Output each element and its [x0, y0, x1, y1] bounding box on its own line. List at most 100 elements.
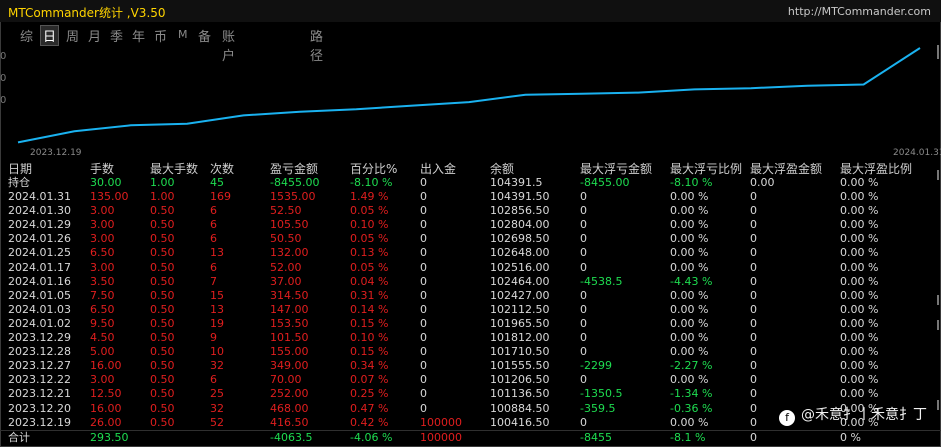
cell-table-row-col8: 0	[580, 232, 587, 246]
balance-curve-svg	[17, 47, 921, 144]
cell-position-row-col5: -8.10 %	[350, 176, 393, 189]
position-row: 持仓 30.00 1.00 45 -8455.00 -8.10 % 0 104391.5 -84…	[0, 176, 941, 190]
balance-line	[17, 47, 921, 144]
cell-table-row-col1: 135.00	[90, 190, 129, 203]
tab-currency[interactable]: 币	[152, 26, 169, 45]
header-row: 日期 手数 最大手数 次数 盈亏金额 百分比% 出入金 余额 最大浮亏金额 最大浮亏比例 最大浮盈金…	[0, 162, 941, 176]
cell-table-row-col6: 0	[420, 331, 427, 344]
cell-table-row-col8: -2299	[580, 359, 612, 373]
cell-table-row-col11: 0.00 %	[840, 204, 879, 218]
table-row: 2024.01.05 7.50 0.50 15 314.50 0.31 % 0 102427.…	[0, 289, 941, 303]
cell-table-row-col3: 32	[210, 401, 224, 415]
cell-table-row-col6: 0	[420, 401, 427, 415]
cell-total-row-col1: 293.50	[90, 430, 129, 444]
cell-table-row-col5: 0.05 %	[350, 204, 389, 218]
left-edge-glyph: 0	[0, 51, 7, 62]
cell-table-row-col6: 0	[420, 345, 427, 359]
chart-start-date: 2023.12.19	[30, 148, 82, 158]
cell-table-row-col5: 0.07 %	[350, 373, 389, 387]
cell-table-row-col8: 0	[580, 288, 587, 302]
cell-table-row-col11: 0.00 %	[840, 387, 879, 401]
tab-notes[interactable]: 备	[196, 26, 213, 45]
cell-table-row-col1: 5.00	[90, 345, 115, 359]
cell-table-row-col5: 0.25 %	[350, 387, 389, 401]
cell-header-row-col0: 日期	[8, 162, 33, 176]
cell-position-row-col4: -8455.00	[270, 176, 320, 189]
social-logo-icon: f	[779, 410, 795, 426]
cell-table-row-col8: 0	[580, 331, 587, 344]
cell-table-row-col10: 0	[750, 345, 757, 359]
tab-quarterly[interactable]: 季	[108, 26, 125, 45]
cell-table-row-col5: 0.10 %	[350, 331, 389, 344]
cell-table-row-col8: 0	[580, 190, 587, 203]
cell-table-row-col0: 2024.01.05	[8, 288, 71, 302]
table-row: 2024.01.31 135.00 1.00 169 1535.00 1.49 % 0 104…	[0, 190, 941, 204]
cell-table-row-col0: 2024.01.26	[8, 232, 71, 246]
cell-header-row-col8: 最大浮亏金额	[580, 162, 653, 176]
cell-table-row-col3: 9	[210, 331, 217, 344]
cell-table-row-col5: 0.10 %	[350, 218, 389, 232]
tab-m[interactable]: M	[176, 28, 190, 41]
cell-table-row-col11: 0.00 %	[840, 288, 879, 302]
cell-table-row-col9: 0.00 %	[670, 218, 709, 232]
tab-summary[interactable]: 综	[18, 26, 35, 45]
cell-table-row-col3: 32	[210, 359, 224, 373]
cell-table-row-col4: 314.50	[270, 288, 309, 302]
cell-table-row-col11: 0.00 %	[840, 190, 879, 203]
cell-table-row-col0: 2024.01.17	[8, 260, 71, 274]
cell-table-row-col7: 102112.50	[490, 302, 550, 316]
cell-table-row-col8: 0	[580, 246, 587, 260]
cell-table-row-col5: 0.15 %	[350, 316, 389, 330]
cell-position-row-col6: 0	[420, 176, 427, 189]
cell-table-row-col7: 102427.00	[490, 288, 550, 302]
cell-table-row-col0: 2023.12.20	[8, 401, 71, 415]
cell-table-row-col5: 0.04 %	[350, 274, 389, 288]
table-row: 2024.01.16 3.50 0.50 7 37.00 0.04 % 0 102464.00…	[0, 275, 941, 289]
left-edge-markers: 0 0 0	[0, 48, 6, 107]
cell-table-row-col1: 12.50	[90, 387, 122, 401]
cell-table-row-col8: -1350.5	[580, 387, 623, 401]
cell-table-row-col6: 100000	[420, 415, 462, 429]
cell-table-row-col1: 3.00	[90, 218, 115, 232]
cell-table-row-col0: 2023.12.29	[8, 331, 71, 344]
cell-table-row-col6: 0	[420, 274, 427, 288]
cell-table-row-col0: 2024.01.16	[8, 274, 71, 288]
cell-table-row-col2: 0.50	[150, 387, 175, 401]
table-row: 2023.12.28 5.00 0.50 10 155.00 0.15 % 0 101710.…	[0, 345, 941, 359]
table-row: 2024.01.26 3.00 0.50 6 50.50 0.05 % 0 102698.50…	[0, 232, 941, 246]
tab-monthly[interactable]: 月	[86, 26, 103, 45]
cell-table-row-col4: 1535.00	[270, 190, 316, 203]
tab-yearly[interactable]: 年	[130, 26, 147, 45]
cell-table-row-col9: 0.00 %	[670, 302, 709, 316]
cell-table-row-col6: 0	[420, 359, 427, 373]
website-link[interactable]: http://MTCommander.com	[788, 5, 931, 18]
cell-table-row-col0: 2024.01.30	[8, 204, 71, 218]
cell-table-row-col1: 3.00	[90, 260, 115, 274]
cell-table-row-col0: 2023.12.27	[8, 359, 71, 373]
cell-table-row-col9: 0.00 %	[670, 316, 709, 330]
cell-position-row-col0: 持仓	[8, 176, 30, 189]
cell-header-row-col1: 手数	[90, 162, 115, 176]
cell-table-row-col4: 416.50	[270, 415, 309, 429]
cell-table-row-col6: 0	[420, 190, 427, 203]
table-row: 2024.01.17 3.00 0.50 6 52.00 0.05 % 0 102516.00…	[0, 261, 941, 275]
cell-table-row-col0: 2023.12.19	[8, 415, 71, 429]
cell-table-row-col3: 7	[210, 274, 217, 288]
table-row: 2023.12.27 16.00 0.50 32 349.00 0.34 % 0 101555…	[0, 359, 941, 373]
table-row: 2024.01.29 3.00 0.50 6 105.50 0.10 % 0 102804.0…	[0, 218, 941, 232]
cell-table-row-col7: 102516.00	[490, 260, 550, 274]
cell-table-row-col3: 6	[210, 204, 217, 218]
table-row: 2024.01.30 3.00 0.50 6 52.50 0.05 % 0 102856.50…	[0, 204, 941, 218]
cell-table-row-col4: 70.00	[270, 373, 302, 387]
tab-daily[interactable]: 日	[40, 25, 60, 46]
cell-table-row-col11: 0.00 %	[840, 260, 879, 274]
cell-table-row-col10: 0	[750, 274, 757, 288]
cell-header-row-col6: 出入金	[420, 162, 457, 176]
tab-weekly[interactable]: 周	[64, 26, 81, 45]
cell-table-row-col4: 37.00	[270, 274, 302, 288]
cell-position-row-col1: 30.00	[90, 176, 122, 189]
table-row: 2024.01.03 6.50 0.50 13 147.00 0.14 % 0 102112.…	[0, 303, 941, 317]
cell-table-row-col6: 0	[420, 288, 427, 302]
left-edge-glyph: 0	[0, 73, 7, 84]
cell-table-row-col7: 101206.50	[490, 373, 550, 387]
